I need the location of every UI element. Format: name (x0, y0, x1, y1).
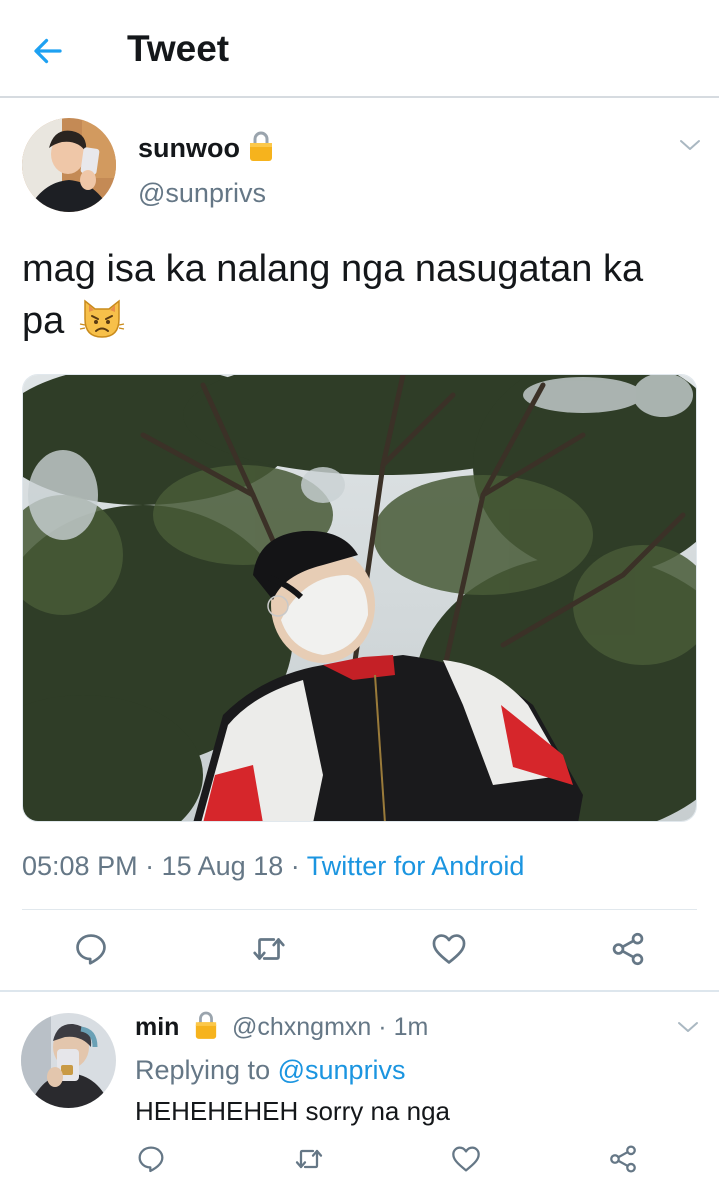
retweet-icon[interactable] (293, 1143, 325, 1175)
reply-avatar[interactable] (21, 1013, 116, 1108)
reply-handle-time: @chxngmxn · 1m (232, 1013, 428, 1042)
tweet-time: 05:08 PM (22, 851, 138, 881)
meta-separator: · (145, 851, 155, 881)
lock-icon (250, 131, 272, 161)
retweet-icon[interactable] (250, 930, 288, 968)
replying-to-mention[interactable]: @sunprivs (278, 1055, 406, 1085)
page-title: Tweet (127, 28, 230, 69)
divider (0, 990, 719, 992)
reply-author-handle[interactable]: @chxngmxn (232, 1013, 371, 1041)
reply-text: HEHEHEHEH sorry na nga (135, 1096, 450, 1126)
reply-icon[interactable] (72, 930, 110, 968)
lock-icon (195, 1011, 217, 1039)
meta-separator: · (290, 851, 300, 881)
tweet-source-link[interactable]: Twitter for Android (307, 851, 525, 881)
share-icon[interactable] (607, 1143, 639, 1175)
meta-separator: · (378, 1013, 387, 1041)
reply-icon[interactable] (135, 1143, 167, 1175)
replying-to-label: Replying to (135, 1055, 271, 1085)
reply-time: 1m (393, 1013, 429, 1041)
like-icon[interactable] (450, 1143, 482, 1175)
tweet-meta: 05:08 PM · 15 Aug 18 · Twitter for Andro… (22, 851, 524, 882)
avatar[interactable] (22, 118, 116, 212)
chevron-down-icon[interactable] (678, 133, 702, 157)
author-name[interactable]: sunwoo (138, 133, 240, 164)
chevron-down-icon[interactable] (676, 1015, 700, 1039)
replying-to: Replying to @sunprivs (135, 1055, 406, 1086)
pouting-cat-icon (79, 299, 124, 338)
top-bar: Tweet (0, 0, 719, 98)
author-handle[interactable]: @sunprivs (138, 178, 266, 209)
tweet-date: 15 Aug 18 (161, 851, 284, 881)
like-icon[interactable] (430, 930, 468, 968)
tweet-media-photo[interactable] (22, 374, 697, 822)
share-icon[interactable] (609, 930, 647, 968)
divider (22, 909, 697, 910)
tweet-text: mag isa ka nalang nga nasugatan ka pa (22, 243, 692, 347)
reply-author-name[interactable]: min (135, 1013, 179, 1042)
arrow-left-icon[interactable] (30, 33, 66, 69)
